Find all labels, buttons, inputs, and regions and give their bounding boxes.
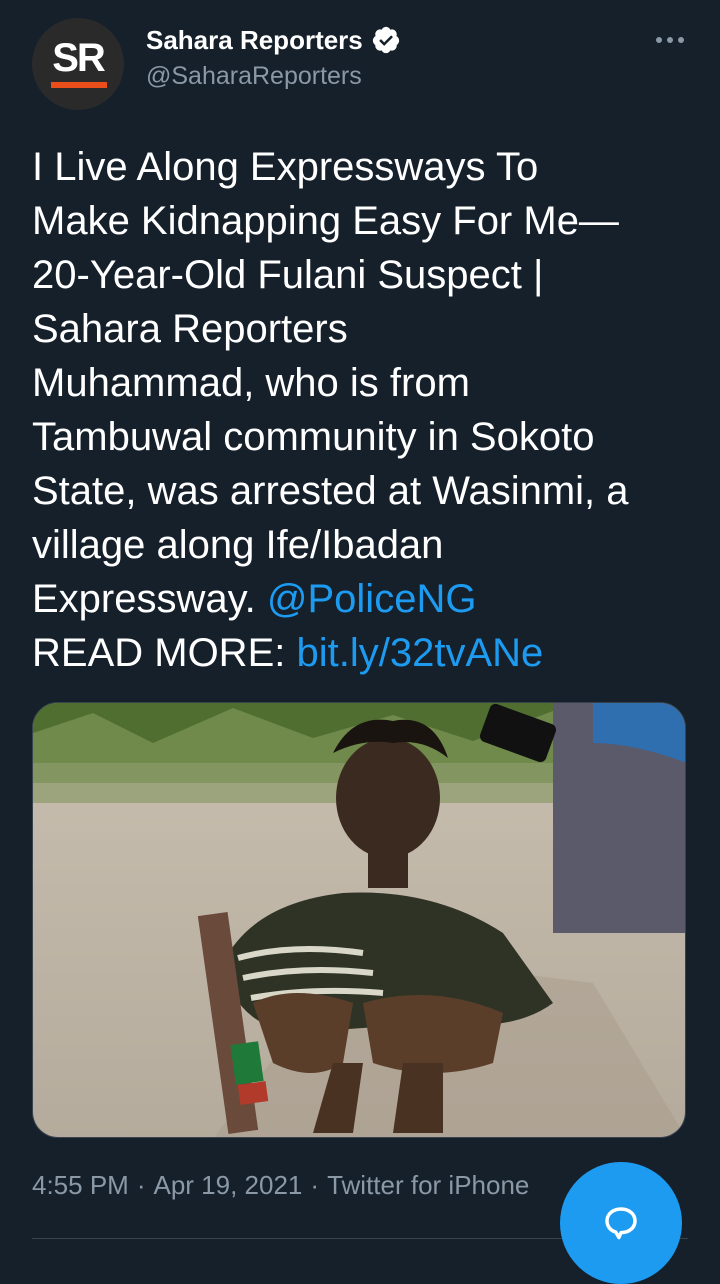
tweet-line: I Live Along Expressways To	[32, 145, 539, 189]
tweet-line: Muhammad, who is from	[32, 361, 470, 405]
verified-badge-icon	[372, 26, 399, 54]
tweet-line-text: Expressway.	[32, 577, 267, 621]
tweet-metadata: 4:55 PM · Apr 19, 2021 · Twitter for iPhone	[32, 1170, 529, 1201]
photo-illustration	[33, 703, 685, 1137]
tweet-line: Sahara Reporters	[32, 307, 348, 351]
avatar[interactable]: SR	[32, 18, 124, 110]
tweet-line: Make Kidnapping Easy For Me—	[32, 199, 619, 243]
article-link[interactable]: bit.ly/32tvANe	[296, 631, 543, 675]
compose-reply-button[interactable]	[560, 1162, 682, 1284]
reply-bubble-icon	[605, 1207, 637, 1240]
avatar-logo-underline	[51, 82, 107, 88]
tweet-line: village along Ife/Ibadan	[32, 523, 444, 567]
more-options-icon[interactable]	[654, 30, 686, 50]
tweet-date[interactable]: Apr 19, 2021	[154, 1170, 303, 1200]
metadata-separator: ·	[310, 1170, 320, 1200]
tweet-text: I Live Along Expressways To Make Kidnapp…	[32, 140, 692, 680]
tweet-line: 20-Year-Old Fulani Suspect |	[32, 253, 544, 297]
account-handle[interactable]: @SaharaReporters	[146, 62, 362, 91]
tweet-line: Tambuwal community in Sokoto	[32, 415, 595, 459]
tweet-line: State, was arrested at Wasinmi, a	[32, 469, 629, 513]
metadata-separator: ·	[136, 1170, 146, 1200]
tweet-line: Expressway. @PoliceNG	[32, 572, 692, 626]
avatar-logo-text: SR	[52, 36, 106, 80]
read-more-label: READ MORE:	[32, 631, 297, 675]
tweet-line: READ MORE: bit.ly/32tvANe	[32, 626, 692, 680]
display-name[interactable]: Sahara Reporters	[146, 25, 363, 56]
mention-link[interactable]: @PoliceNG	[267, 577, 477, 621]
tweet-source[interactable]: Twitter for iPhone	[327, 1170, 529, 1200]
name-row[interactable]: Sahara Reporters	[146, 22, 401, 58]
tweet-photo[interactable]	[32, 702, 686, 1138]
tweet-header: SR Sahara Reporters @SaharaReporters	[32, 16, 692, 112]
tweet-time[interactable]: 4:55 PM	[32, 1170, 129, 1200]
